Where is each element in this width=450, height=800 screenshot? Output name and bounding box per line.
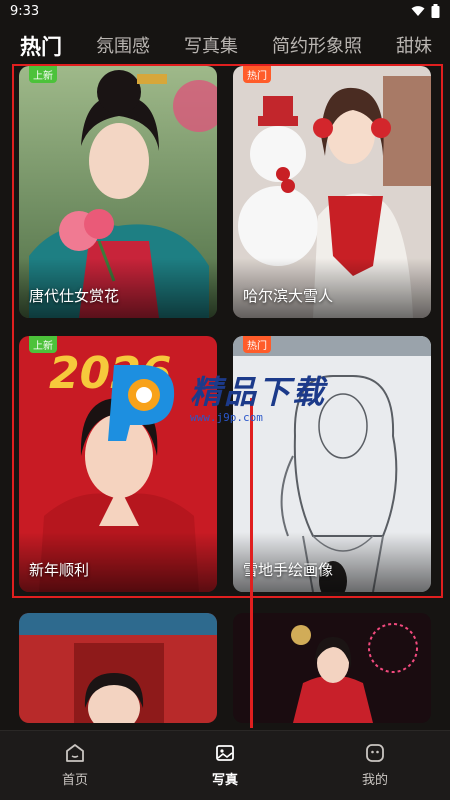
tab-sweet-girl[interactable]: 甜妹 xyxy=(396,32,432,62)
tab-atmosphere[interactable]: 氛围感 xyxy=(96,32,150,62)
home-icon xyxy=(66,744,84,762)
status-bar: 9:33 xyxy=(0,0,450,22)
watermark-url: www.j9p.com xyxy=(190,411,263,424)
watermark-brand: 精品下载 xyxy=(190,373,327,411)
photo-icon xyxy=(216,745,234,761)
card-title: 新年顺利 xyxy=(29,561,90,579)
status-icons xyxy=(411,4,440,18)
template-card-tang-lady[interactable]: 上新 唐代仕女赏花 xyxy=(19,66,217,318)
nav-home-label: 首页 xyxy=(61,773,88,788)
nav-home[interactable]: 首页 xyxy=(0,731,150,800)
new-badge: 上新 xyxy=(29,336,57,353)
status-time: 9:33 xyxy=(10,3,40,19)
battery-icon xyxy=(431,4,440,18)
template-card-palace[interactable] xyxy=(19,613,217,723)
bottom-nav: 首页 写真 我的 xyxy=(0,730,450,800)
nav-profile[interactable]: 我的 xyxy=(300,731,450,800)
wifi-icon xyxy=(411,6,425,16)
card-image-palace xyxy=(19,613,217,723)
category-tabs: 热门 氛围感 写真集 简约形象照 甜妹 xyxy=(0,26,450,62)
template-card-fireworks[interactable] xyxy=(233,613,431,723)
tab-simple-portrait[interactable]: 简约形象照 xyxy=(272,32,362,62)
watermark: 精品下载 www.j9p.com xyxy=(96,355,356,445)
card-title: 唐代仕女赏花 xyxy=(29,287,120,305)
nav-profile-label: 我的 xyxy=(361,773,388,788)
nav-photo-label: 写真 xyxy=(211,773,238,788)
card-image-fireworks xyxy=(233,613,431,723)
new-badge: 上新 xyxy=(29,66,57,83)
card-title: 雪地手绘画像 xyxy=(243,561,334,579)
hot-badge: 热门 xyxy=(243,336,271,353)
profile-icon xyxy=(366,744,384,762)
card-title: 哈尔滨大雪人 xyxy=(243,287,334,305)
template-card-harbin-snowman[interactable]: 热门 哈尔滨大雪人 xyxy=(233,66,431,318)
watermark-logo-icon xyxy=(108,365,175,441)
hot-badge: 热门 xyxy=(243,66,271,83)
annotation-line xyxy=(250,398,253,728)
tab-photo-album[interactable]: 写真集 xyxy=(184,32,238,62)
tab-hot[interactable]: 热门 xyxy=(20,32,62,62)
nav-photo[interactable]: 写真 xyxy=(150,731,300,800)
